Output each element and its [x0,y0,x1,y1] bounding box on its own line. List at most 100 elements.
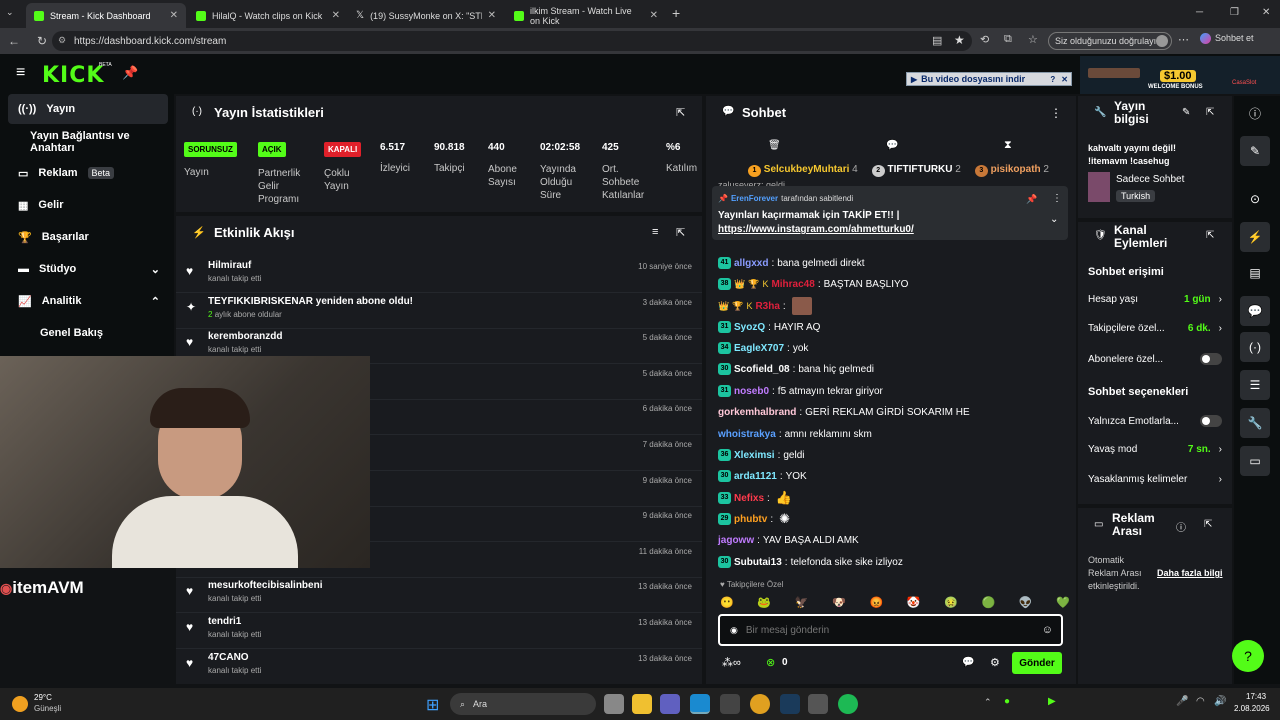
emoji-icon[interactable]: ☺ [1042,624,1053,636]
activity-item[interactable]: ♥ tendri1 kanalı takip etti 13 dakika önce [186,616,696,650]
close-icon[interactable]: ✕ [1058,75,1071,84]
tray-icon[interactable]: ▶ [1048,696,1056,707]
tray-icon[interactable]: ● [1004,696,1010,707]
chat-username[interactable]: Nefixs [734,493,764,504]
popout-icon[interactable]: ⇱ [1206,107,1214,118]
chrome-icon[interactable] [750,694,770,714]
volume-icon[interactable]: 🔊 [1214,696,1226,707]
chat-icon[interactable]: 💬 [1240,296,1270,326]
chat-username[interactable]: Mihrac48 [771,279,814,290]
top-gifter-3[interactable]: 3 pisikopath 2 [974,164,1049,177]
wrench-icon[interactable]: 🔧 [1240,408,1270,438]
chat-message[interactable]: 29 phubtv: ✺ [718,511,1068,527]
lightning-icon[interactable]: ⚡ [1240,222,1270,252]
emote-icon[interactable]: 😶 [720,596,734,610]
emote-only-toggle[interactable] [1200,415,1222,427]
chat-username[interactable]: Xleximsi [734,450,775,461]
emote-icon[interactable]: 🐸 [757,596,771,610]
chevron-down-icon[interactable]: ⌄ [1050,214,1058,225]
emote-icon[interactable]: 👽 [1019,596,1033,610]
emote-icon[interactable]: 💚 [1056,596,1070,610]
account-age-row[interactable]: Hesap yaşı 1 gün › [1088,294,1222,305]
chat-username[interactable]: R3ha [755,301,779,312]
layers-icon[interactable]: ☰ [1240,370,1270,400]
top-gifter-1[interactable]: 1 SelcukbeyMuhtari 4 [748,164,858,177]
taskbar-search[interactable]: ⌕ Ara [450,693,596,715]
unpin-icon[interactable]: 📌 [1026,194,1037,205]
help-icon[interactable]: ? [1047,75,1058,84]
tab-ilkim[interactable]: ilkim Stream - Watch Live on Kick ✕ [506,3,666,28]
bookmark-star-icon[interactable]: ★ [954,33,965,47]
split-icon[interactable]: ⧉ [1004,33,1012,46]
hourglass-icon[interactable]: ⧗ [1004,139,1012,152]
wifi-icon[interactable]: ◠ [1196,696,1205,707]
chat-input-field[interactable] [745,624,1006,636]
chat-username[interactable]: noseb0 [734,386,769,397]
close-icon[interactable]: ✕ [488,10,496,21]
sidebar-item-yayin[interactable]: ((·)) Yayın [8,94,168,124]
sidebar-item-analitik[interactable]: 📈 Analitik ⌃ [8,286,168,316]
emote-icon[interactable]: 😡 [869,596,883,610]
tab-hilalq[interactable]: HilalQ - Watch clips on Kick ✕ [188,3,348,28]
activity-item[interactable]: ✦ TEYFIKKIBRISKENAR yeniden abone oldu! 2 … [186,296,696,330]
broadcast-icon[interactable]: ⊙ [1240,184,1270,214]
hamburger-menu-icon[interactable]: ≡ [16,64,25,82]
monitor-icon[interactable]: ▭ [1240,446,1270,476]
chat-message[interactable]: 30 Subutai13: telefonda sike sike izliyoz [718,554,1068,570]
close-icon[interactable]: ✕ [332,10,340,21]
popout-icon[interactable]: ⇱ [1206,230,1214,241]
chat-username[interactable]: jagoww [718,535,754,546]
tab-list-icon[interactable]: ⌄ [6,7,14,18]
chat-icon[interactable]: 💬 [886,140,898,151]
app-icon[interactable] [808,694,828,714]
send-button[interactable]: Gönder [1012,652,1062,674]
chat-username[interactable]: gorkemhalbrand [718,407,796,418]
slowmode-icon[interactable]: ⁂∞ [722,656,741,669]
sidebar-item-genel-bakis[interactable]: Genel Bakış [8,318,168,348]
popout-icon[interactable]: ⇱ [1204,519,1212,530]
windows-start-icon[interactable]: ⊞ [426,695,439,715]
chat-message-input[interactable]: ◉ ☺ [718,614,1063,646]
copilot-chat-button[interactable]: Sohbet et [1200,33,1254,45]
pinned-link[interactable]: https://www.instagram.com/ahmetturku0/ [718,224,914,235]
emote-icon[interactable]: 🤡 [907,596,921,610]
chat-message[interactable]: 38 👑 🏆 K Mihrac48: BAŞTAN BAŞLIYO [718,276,1068,292]
edit-icon[interactable]: ✎ [1240,136,1270,166]
close-icon[interactable]: ✕ [650,10,658,21]
info-icon[interactable]: ⓘ [1176,519,1186,534]
chat-message[interactable]: 30 Scofield_08: bana hiç gelmedi [718,361,1068,377]
emote-icon[interactable]: 🟢 [982,596,996,610]
edit-icon[interactable]: ✎ [1182,107,1190,118]
chat-username[interactable]: whoistrakya [718,429,776,440]
file-explorer-icon[interactable] [632,694,652,714]
task-view-icon[interactable] [604,694,624,714]
trash-icon[interactable]: 🗑 [768,140,781,151]
maximize-button[interactable]: ❐ [1230,7,1239,18]
chat-message[interactable]: 36 Xleximsi: geldi [718,447,1068,463]
slow-mode-row[interactable]: Yavaş mod 7 sn. › [1088,444,1222,455]
emote-icon[interactable]: 🐶 [832,596,846,610]
chat-message[interactable]: 33 Nefixs: 👍 [718,490,1068,506]
more-vertical-icon[interactable]: ⋮ [1050,106,1062,120]
more-vertical-icon[interactable]: ⋮ [1052,193,1062,204]
document-icon[interactable]: ▤ [1240,258,1270,288]
sidebar-item-stream-key[interactable]: Yayın Bağlantısı ve Anahtarı [8,127,168,157]
close-icon[interactable]: ✕ [170,10,178,21]
video-download-bar[interactable]: ▶ Bu video dosyasını indir ? ✕ [906,72,1072,86]
emote-icon[interactable]: 🦅 [795,596,809,610]
sidebar-item-basarilar[interactable]: 🏆 Başarılar [8,222,168,252]
url-input[interactable]: ⚙ https://dashboard.kick.com/stream ▤ ★ [52,31,972,51]
chat-message[interactable]: 👑 🏆 K R3ha: [718,297,1068,315]
top-gifter-2[interactable]: 2 TIFTIFTURKU 2 [871,164,961,177]
discord-icon[interactable] [660,694,680,714]
chat-message[interactable]: jagoww: YAV BAŞA ALDI AMK [718,532,1068,548]
chat-username[interactable]: Scofield_08 [734,364,790,375]
spotify-icon[interactable] [838,694,858,714]
kick-logo[interactable]: KICK [42,63,104,88]
info-icon[interactable]: ⓘ [1240,98,1270,128]
pinned-message[interactable]: 📌 ErenForever tarafından sabitlendi 📌 ⋮ … [712,186,1068,240]
popout-icon[interactable]: ⇱ [676,106,685,119]
activity-item[interactable]: ♥ mesurkoftecibisalinbeni kanalı takip ett… [186,580,696,614]
gear-icon[interactable]: ⚙ [990,656,1000,669]
chat-message[interactable]: 31 noseb0: f5 atmayın tekrar giriyor [718,383,1068,399]
